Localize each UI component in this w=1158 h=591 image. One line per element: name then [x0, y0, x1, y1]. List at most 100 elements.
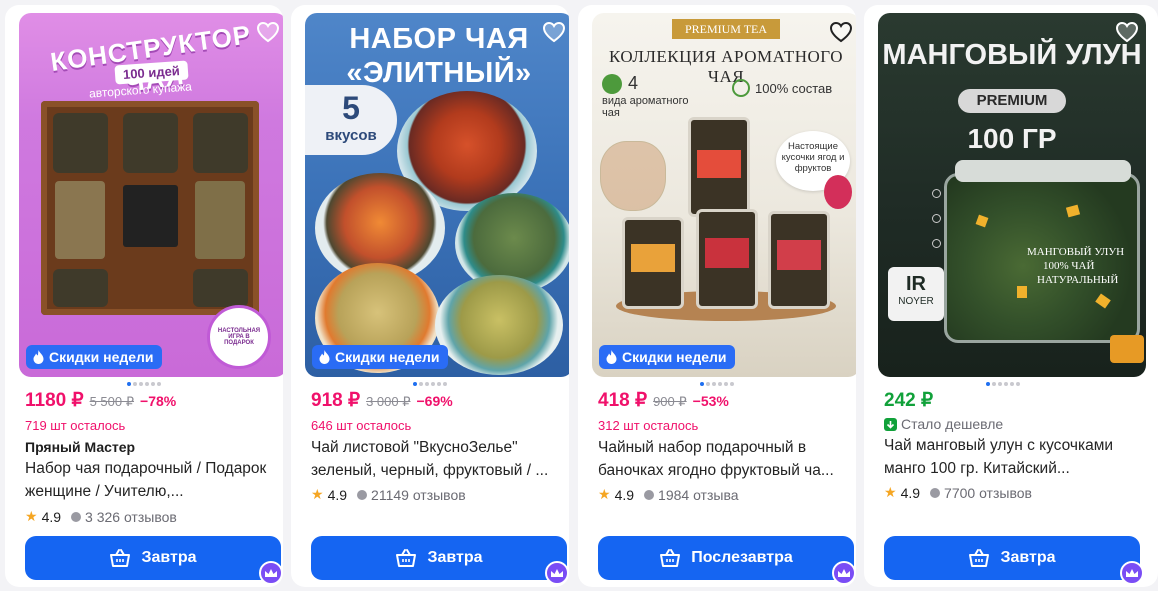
- star-icon: ★: [25, 508, 38, 524]
- current-price: 418 ₽: [598, 390, 648, 411]
- price-row: 918 ₽ 3 000 ₽ −69%: [311, 389, 453, 412]
- favorite-heart-icon[interactable]: [1114, 19, 1140, 45]
- reviews-count[interactable]: 3 326 отзывов: [85, 509, 177, 525]
- berry-image: [824, 175, 852, 209]
- current-price: 918 ₽: [311, 390, 361, 411]
- promo-badge: Скидки недели: [26, 345, 162, 369]
- rating-value: 4.9: [41, 508, 62, 525]
- feature-composition: 100% состав: [732, 79, 832, 97]
- tea-jar-image: [435, 275, 563, 375]
- tea-jar-image: [768, 211, 830, 309]
- tea-jar-image: [696, 209, 758, 309]
- photo-ribbon: PREMIUM TEA: [672, 19, 780, 39]
- rating-value: 4.9: [327, 486, 348, 503]
- price-row: 242 ₽: [884, 389, 933, 412]
- flame-icon: [319, 350, 330, 364]
- brand-logo: IR NOYER: [888, 267, 944, 321]
- reviews-count[interactable]: 21149 отзывов: [371, 487, 466, 503]
- product-card[interactable]: КОНСТРУКТОР ЧАЯ 100 идей авторского купа…: [5, 5, 283, 587]
- reviews-icon: [644, 489, 655, 500]
- product-photo[interactable]: НАБОР ЧАЯ «ЭЛИТНЫЙ» 5 вкусов Скидки неде…: [305, 13, 569, 377]
- price-row: 1180 ₽ 5 500 ₽ −78%: [25, 389, 176, 412]
- rating-row: ★ 4.9 3 326 отзывов: [25, 508, 177, 525]
- basket-icon: [660, 549, 681, 567]
- crown-icon: [832, 561, 856, 585]
- stock-left: 312 шт осталось: [598, 418, 699, 433]
- product-photo[interactable]: КОНСТРУКТОР ЧАЯ 100 идей авторского купа…: [19, 13, 283, 377]
- leaf-icon: [732, 79, 750, 97]
- product-card[interactable]: МАНГОВЫЙ УЛУН PREMIUM 100 ГР МАНГОВЫЙ УЛ…: [864, 5, 1158, 587]
- reviews-count[interactable]: 7700 отзывов: [944, 485, 1032, 501]
- old-price: 5 500 ₽: [89, 394, 135, 409]
- add-to-cart-button[interactable]: Завтра: [311, 536, 567, 580]
- product-title[interactable]: Чайный набор подарочный в баночках ягодн…: [598, 436, 856, 482]
- rating-row: ★ 4.9 21149 отзывов: [311, 486, 466, 503]
- star-icon: ★: [311, 486, 324, 502]
- game-sticker: НАСТОЛЬНАЯ ИГРА В ПОДАРОК: [207, 305, 271, 369]
- teapot-image: [600, 141, 666, 211]
- rating-value: 4.9: [614, 486, 635, 503]
- product-card[interactable]: PREMIUM TEA КОЛЛЕКЦИЯ АРОМАТНОГО ЧАЯ 4 в…: [578, 5, 856, 587]
- image-pagination: [578, 382, 856, 386]
- price-row: 418 ₽ 900 ₽ −53%: [598, 389, 729, 412]
- product-title[interactable]: Набор чая подарочный / Подарок женщине /…: [25, 457, 283, 503]
- tea-box-image: [41, 101, 259, 315]
- brand-name[interactable]: Пряный Мастер: [25, 439, 135, 455]
- price-down-icon: [884, 417, 897, 431]
- flame-icon: [606, 350, 617, 364]
- current-price: 1180 ₽: [25, 390, 84, 411]
- image-pagination: [5, 382, 283, 386]
- star-icon: ★: [598, 486, 611, 502]
- promo-badge: Скидки недели: [599, 345, 735, 369]
- feature-count-label: вида ароматного чая: [602, 95, 689, 119]
- discount-badge: −69%: [416, 393, 453, 409]
- tea-jar-image: [622, 217, 684, 309]
- rating-row: ★ 4.9 1984 отзыва: [598, 486, 739, 503]
- flame-icon: [33, 350, 44, 364]
- rating-value: 4.9: [900, 484, 921, 501]
- current-price: 242 ₽: [884, 390, 934, 411]
- favorite-heart-icon[interactable]: [541, 19, 567, 45]
- image-pagination: [291, 382, 569, 386]
- add-to-cart-button[interactable]: Послезавтра: [598, 536, 854, 580]
- feature-count: 4: [602, 73, 638, 94]
- product-title[interactable]: Чай листовой "ВкусноЗелье" зеленый, черн…: [311, 436, 569, 482]
- add-to-cart-button[interactable]: Завтра: [884, 536, 1140, 580]
- reviews-icon: [71, 511, 82, 522]
- product-title[interactable]: Чай манговый улун с кусочками манго 100 …: [884, 434, 1146, 480]
- photo-headline: МАНГОВЫЙ УЛУН: [882, 39, 1142, 71]
- stock-left: 719 шт осталось: [25, 418, 126, 433]
- reviews-icon: [930, 487, 941, 498]
- flavor-count-badge: 5 вкусов: [305, 85, 397, 155]
- product-photo[interactable]: МАНГОВЫЙ УЛУН PREMIUM 100 ГР МАНГОВЫЙ УЛ…: [878, 13, 1146, 377]
- star-icon: ★: [884, 484, 897, 500]
- add-to-cart-button[interactable]: Завтра: [25, 536, 281, 580]
- photo-weight: 100 ГР: [967, 123, 1057, 154]
- old-price: 900 ₽: [653, 394, 687, 409]
- photo-headline-line1: НАБОР ЧАЯ: [349, 23, 529, 55]
- feature-icon: [932, 214, 941, 223]
- tea-jar-image: [688, 117, 750, 217]
- reviews-count[interactable]: 1984 отзыва: [658, 487, 738, 503]
- product-card[interactable]: НАБОР ЧАЯ «ЭЛИТНЫЙ» 5 вкусов Скидки неде…: [291, 5, 569, 587]
- product-photo[interactable]: PREMIUM TEA КОЛЛЕКЦИЯ АРОМАТНОГО ЧАЯ 4 в…: [592, 13, 856, 377]
- cup-icon: [602, 73, 622, 94]
- feature-icon: [932, 189, 941, 198]
- old-price: 3 000 ₽: [366, 394, 411, 409]
- favorite-heart-icon[interactable]: [828, 19, 854, 45]
- favorite-heart-icon[interactable]: [255, 19, 281, 45]
- side-icons: [932, 189, 941, 248]
- photo-pill: PREMIUM: [958, 89, 1066, 113]
- image-pagination: [864, 382, 1142, 386]
- crown-icon: [1120, 561, 1144, 585]
- promo-badge: Скидки недели: [312, 345, 448, 369]
- basket-icon: [969, 549, 990, 567]
- price-drop-badge: Стало дешевле: [884, 416, 1003, 432]
- stock-left: 646 шт осталось: [311, 418, 412, 433]
- reviews-icon: [357, 489, 368, 500]
- basket-icon: [110, 549, 131, 567]
- rating-row: ★ 4.9 7700 отзывов: [884, 484, 1032, 501]
- feature-icon: [932, 239, 941, 248]
- tea-jar-image: МАНГОВЫЙ УЛУН 100% ЧАЙ НАТУРАЛЬНЫЙ: [944, 160, 1140, 343]
- mango-cube-image: [1110, 335, 1144, 363]
